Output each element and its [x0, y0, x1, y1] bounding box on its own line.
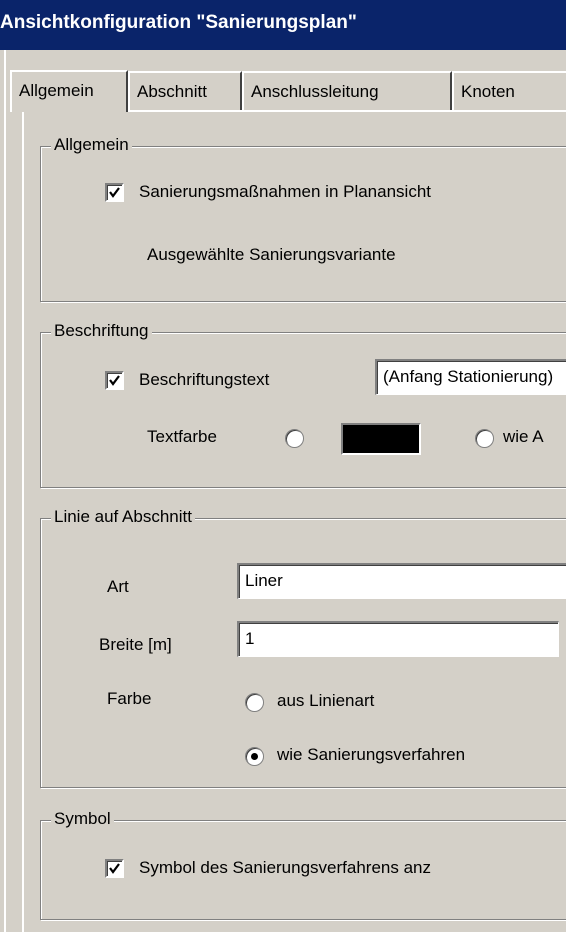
- group-allgemein: Allgemein Sanierungsmaßnahmen in Planans…: [40, 135, 566, 302]
- group-beschriftung: Beschriftung Beschriftungstext (Anfang S…: [40, 321, 566, 488]
- radio-dot: [251, 753, 258, 760]
- art-label: Art: [107, 577, 129, 596]
- tab-knoten[interactable]: Knoten: [452, 71, 566, 111]
- wie-radio[interactable]: [475, 429, 494, 448]
- beschriftungstext-field[interactable]: (Anfang Stationierung): [375, 359, 566, 395]
- wie-label[interactable]: wie A: [503, 427, 544, 447]
- checkmark-icon: [109, 863, 120, 874]
- beschriftungstext-checkbox[interactable]: [105, 371, 124, 390]
- planansicht-checkbox[interactable]: [105, 183, 124, 202]
- aus-linienart-label[interactable]: aus Linienart: [277, 691, 374, 711]
- tab-label: Allgemein: [19, 81, 94, 100]
- wie-sanierungsverfahren-radio[interactable]: [245, 747, 264, 766]
- breite-label: Breite [m]: [99, 635, 172, 654]
- symbol-label[interactable]: Symbol des Sanierungsverfahrens anz: [139, 858, 431, 878]
- window-title: Ansichtkonfiguration "Sanierungsplan": [0, 12, 357, 33]
- color-swatch[interactable]: [341, 423, 421, 455]
- tab-label: Knoten: [461, 82, 515, 101]
- art-field[interactable]: Liner: [237, 563, 566, 599]
- group-legend: Allgemein: [51, 135, 132, 155]
- tab-abschnitt[interactable]: Abschnitt: [128, 71, 242, 111]
- textfarbe-radio[interactable]: [285, 429, 304, 448]
- tab-label: Anschlussleitung: [251, 82, 379, 101]
- checkmark-icon: [109, 375, 120, 386]
- beschriftungstext-label[interactable]: Beschriftungstext: [139, 370, 269, 390]
- tab-label: Abschnitt: [137, 82, 207, 101]
- title-bar: Ansichtkonfiguration "Sanierungsplan": [0, 0, 566, 50]
- variant-label: Ausgewählte Sanierungsvariante: [147, 245, 396, 264]
- window-edge: [4, 50, 6, 932]
- symbol-checkbox[interactable]: [105, 859, 124, 878]
- dialog-window: Allgemein Abschnitt Anschlussleitung Kno…: [0, 50, 566, 940]
- group-legend: Beschriftung: [51, 321, 152, 341]
- wie-sanierungsverfahren-label[interactable]: wie Sanierungsverfahren: [277, 745, 465, 765]
- tab-allgemein[interactable]: Allgemein: [10, 70, 128, 112]
- breite-field[interactable]: 1: [237, 621, 559, 657]
- group-legend: Linie auf Abschnitt: [51, 507, 195, 527]
- group-legend: Symbol: [51, 809, 114, 829]
- checkmark-icon: [109, 187, 120, 198]
- farbe-label: Farbe: [107, 689, 152, 708]
- group-linie: Linie auf Abschnitt Art Liner Breite [m]…: [40, 507, 566, 788]
- textfarbe-label: Textfarbe: [147, 427, 217, 446]
- group-symbol: Symbol Symbol des Sanierungsverfahrens a…: [40, 809, 566, 920]
- aus-linienart-radio[interactable]: [245, 693, 264, 712]
- tab-anschlussleitung[interactable]: Anschlussleitung: [242, 71, 452, 111]
- planansicht-label[interactable]: Sanierungsmaßnahmen in Planansicht: [139, 182, 431, 202]
